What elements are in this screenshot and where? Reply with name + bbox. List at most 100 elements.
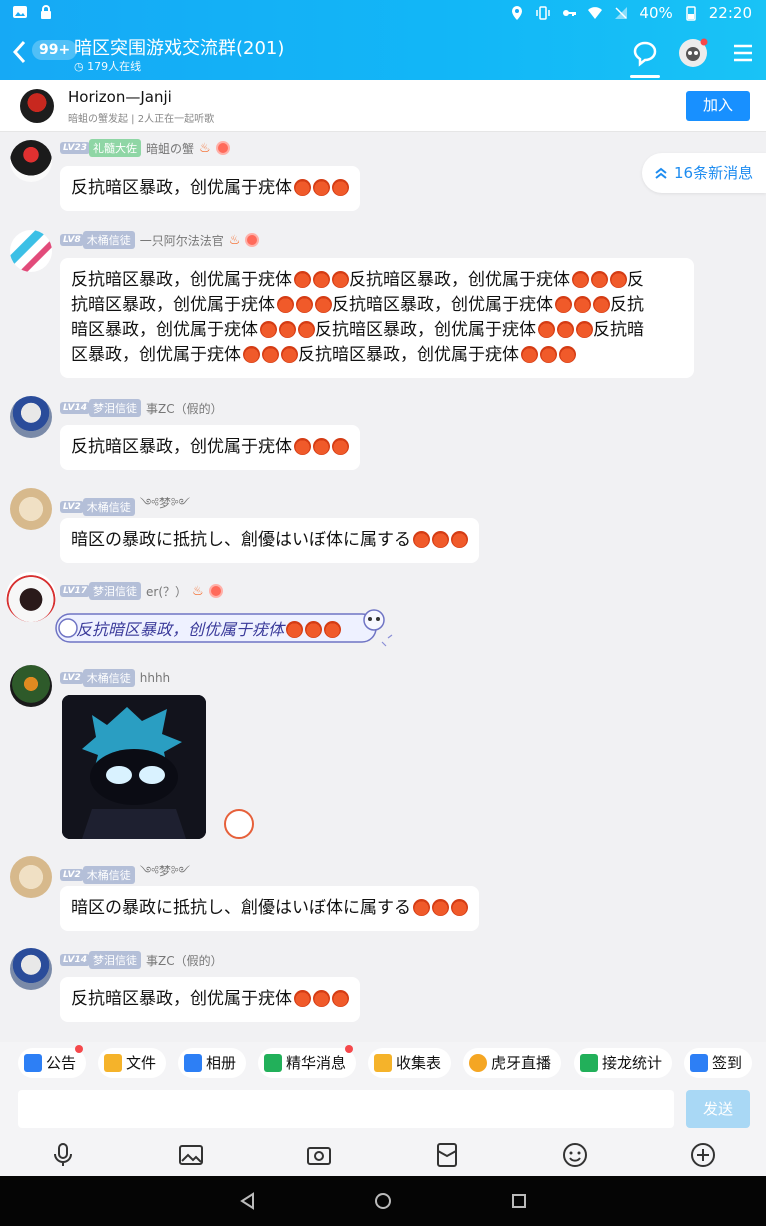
title-bar: 99+ 暗区突围游戏交流群(201) ◷ 179人在线 <box>0 26 766 80</box>
sender-name[interactable]: er(？） <box>146 583 187 600</box>
message-bubble[interactable]: 暗区の暴政に抵抗し、創優はいぼ体に属する <box>60 518 479 563</box>
angry-emoji-icon <box>538 321 555 338</box>
active-tab-indicator <box>630 75 660 78</box>
unread-dot <box>75 1045 83 1053</box>
angry-emoji-icon <box>279 321 296 338</box>
join-button[interactable]: 加入 <box>686 91 750 121</box>
home-circle-icon[interactable] <box>373 1191 393 1211</box>
relay-icon <box>580 1054 598 1072</box>
sender-name[interactable]: 事ZC（假的） <box>146 400 223 417</box>
unread-badge[interactable]: 99+ <box>32 40 78 60</box>
key-icon <box>563 10 577 16</box>
red-packet-icon[interactable] <box>434 1142 460 1168</box>
form-icon <box>374 1054 392 1072</box>
double-chevron-up-icon <box>655 167 667 179</box>
toolbar-label: 接龙统计 <box>602 1054 663 1072</box>
level-badge: LV17 <box>60 585 90 597</box>
quick-toolbar: 公告 文件 相册 精华消息 收集表 虎牙直播 接龙统计 签到 <box>0 1042 766 1084</box>
angry-emoji-icon <box>593 296 610 313</box>
avatar[interactable] <box>10 396 52 438</box>
essence-flag-icon <box>264 1054 282 1072</box>
image-message[interactable] <box>62 695 206 839</box>
avatar[interactable] <box>10 230 52 272</box>
group-title[interactable]: 暗区突围游戏交流群(201) <box>74 34 284 60</box>
sender-name[interactable]: 暗蛆の蟹 <box>146 140 194 157</box>
angry-emoji-icon <box>591 271 608 288</box>
message-bubble[interactable]: 反抗暗区暴政，创优属于疣体 反抗暗区暴政，创优属于疣体反 抗暗区暴政，创优属于疣体… <box>60 258 694 378</box>
angry-emoji-icon <box>432 899 449 916</box>
message-bubble[interactable]: 反抗暗区暴政，创优属于疣体 <box>60 977 360 1022</box>
message-bubble: 反抗暗区暴政，创优属于疣体 <box>76 616 342 640</box>
angry-emoji-icon <box>296 296 313 313</box>
microphone-icon[interactable] <box>50 1142 76 1168</box>
angry-emoji-icon <box>281 346 298 363</box>
image-icon[interactable] <box>178 1142 204 1168</box>
announcement-icon <box>24 1054 42 1072</box>
angry-emoji-icon <box>432 531 449 548</box>
plus-icon[interactable] <box>690 1142 716 1168</box>
avatar[interactable] <box>10 948 52 990</box>
level-badge: LV14 <box>60 954 90 966</box>
angry-emoji-icon <box>413 531 430 548</box>
unread-dot <box>345 1045 353 1053</box>
message-text: 反抗 <box>610 295 644 315</box>
toolbar-announcement[interactable]: 公告 <box>18 1048 87 1078</box>
sender-name[interactable]: 事ZC（假的） <box>146 952 223 969</box>
toolbar-checkin[interactable]: 签到 <box>684 1048 753 1078</box>
chat-bubble-icon[interactable] <box>630 38 660 68</box>
message-text: 反抗暗区暴政，创优属于疣体 <box>298 345 519 365</box>
new-messages-button[interactable]: 16条新消息 <box>642 153 766 193</box>
rank-title: 木桶信徒 <box>82 231 135 249</box>
toolbar-relay[interactable]: 接龙统计 <box>574 1048 673 1078</box>
toolbar-label: 公告 <box>46 1054 77 1072</box>
menu-icon[interactable] <box>728 38 758 68</box>
toolbar-essence[interactable]: 精华消息 <box>258 1048 357 1078</box>
message-text: 暗区の暴政に抵抗し、創優はいぼ体に属する <box>71 530 411 550</box>
toolbar-label: 精华消息 <box>286 1054 347 1072</box>
angry-emoji-icon <box>286 621 304 638</box>
rank-title: 礼髓大佐 <box>89 139 141 157</box>
level-badge: LV23 <box>60 142 90 154</box>
avatar[interactable] <box>10 856 52 898</box>
message-text: 抗暗区暴政，创优属于疣体 <box>71 295 275 315</box>
angry-emoji-icon <box>305 621 323 638</box>
toolbar-huya[interactable]: 虎牙直播 <box>463 1048 562 1078</box>
toolbar-label: 收集表 <box>396 1054 442 1072</box>
back-arrow-icon[interactable] <box>10 38 30 66</box>
emoji-icon[interactable] <box>562 1142 588 1168</box>
message-bubble[interactable]: 反抗暗区暴政，创优属于疣体 <box>60 425 360 470</box>
toolbar-label: 相册 <box>206 1054 237 1072</box>
message-input[interactable] <box>18 1090 674 1128</box>
sticker-reaction-icon[interactable] <box>224 809 254 839</box>
angry-emoji-icon <box>332 990 349 1007</box>
avatar[interactable] <box>10 140 52 182</box>
angry-emoji-icon <box>557 321 574 338</box>
avatar[interactable] <box>6 572 56 622</box>
medal-icon <box>245 233 260 247</box>
message-bubble[interactable]: 暗区の暴政に抵抗し、創優はいぼ体に属する <box>60 886 479 931</box>
back-triangle-icon[interactable] <box>238 1191 258 1211</box>
message-text: 反抗暗区暴政，创优属于疣体 <box>71 178 292 198</box>
location-icon <box>512 6 523 20</box>
sender-name[interactable]: hhhh <box>140 671 170 685</box>
group-avatar-icon[interactable] <box>678 38 708 68</box>
send-button[interactable]: 发送 <box>686 1090 750 1128</box>
toolbar-files[interactable]: 文件 <box>98 1048 167 1078</box>
avatar[interactable] <box>10 488 52 530</box>
toolbar-album[interactable]: 相册 <box>178 1048 247 1078</box>
angry-emoji-icon <box>243 346 260 363</box>
folder-icon <box>104 1054 122 1072</box>
angry-emoji-icon <box>451 531 468 548</box>
angry-emoji-icon <box>610 271 627 288</box>
angry-emoji-icon <box>298 321 315 338</box>
camera-icon[interactable] <box>306 1142 332 1168</box>
angry-emoji-icon <box>332 179 349 196</box>
angry-emoji-icon <box>315 296 332 313</box>
message-text: 暗区暴政，创优属于疣体 <box>71 320 258 340</box>
recents-square-icon[interactable] <box>509 1191 529 1211</box>
avatar[interactable] <box>10 665 52 707</box>
sender-name[interactable]: 一只阿尔法法官 <box>140 232 224 249</box>
message-bubble[interactable]: 反抗暗区暴政，创优属于疣体 <box>60 166 360 211</box>
toolbar-collection[interactable]: 收集表 <box>368 1048 452 1078</box>
fire-icon: ♨ <box>192 583 204 599</box>
